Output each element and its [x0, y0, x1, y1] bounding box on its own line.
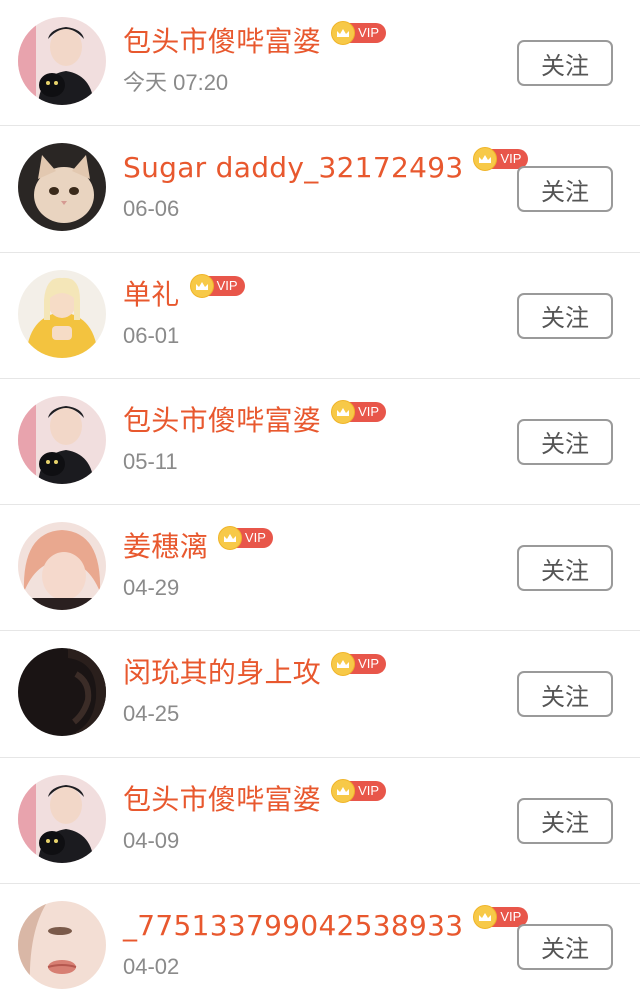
user-name[interactable]: Sugar daddy_32172493	[123, 148, 463, 188]
name-line: 单礼 VIP	[123, 273, 510, 315]
timestamp: 04-25	[123, 701, 180, 727]
follow-button[interactable]: 关注	[517, 923, 613, 970]
name-line: 姜穗漓 VIP	[123, 526, 510, 567]
item-info: 包头市傻哔富婆 VIP 今天 07:20	[123, 21, 510, 98]
name-line: 包头市傻哔富婆 VIP	[123, 778, 510, 820]
user-name[interactable]: 姜穗漓	[123, 527, 208, 567]
list-item[interactable]: 单礼 VIP 06-01 关注	[0, 253, 640, 379]
item-info: 闵玧其的身上攻 VIP 04-25	[123, 652, 510, 729]
avatar[interactable]	[18, 774, 106, 863]
vip-badge: VIP	[331, 21, 387, 45]
timestamp: 今天 07:20	[123, 70, 229, 95]
crown-icon	[331, 399, 356, 424]
list-item[interactable]: _775133799042538933 VIP 04-02 关注	[0, 884, 640, 1002]
timestamp: 04-09	[123, 827, 180, 853]
list-item[interactable]: 包头市傻哔富婆 VIP 今天 07:20 关注	[0, 0, 640, 127]
avatar[interactable]	[18, 522, 106, 610]
list-item[interactable]: 包头市傻哔富婆 VIP 05-11 关注	[0, 379, 640, 505]
list-item[interactable]: 姜穗漓 VIP 04-29 关注	[0, 505, 640, 632]
crown-icon	[331, 778, 356, 803]
follow-button[interactable]: 关注	[517, 292, 613, 339]
follow-button[interactable]: 关注	[517, 40, 613, 86]
user-name[interactable]: 包头市傻哔富婆	[123, 401, 321, 441]
timestamp: 04-29	[123, 575, 180, 600]
name-line: 闵玧其的身上攻 VIP	[123, 652, 510, 693]
item-info: 包头市傻哔富婆 VIP 04-09	[123, 778, 510, 856]
avatar[interactable]	[18, 17, 106, 105]
timestamp: 04-02	[123, 953, 180, 979]
name-line: 包头市傻哔富婆 VIP	[123, 21, 510, 62]
item-info: 包头市傻哔富婆 VIP 05-11	[123, 399, 510, 477]
vip-badge: VIP	[331, 652, 387, 677]
follow-button[interactable]: 关注	[517, 671, 613, 718]
list-item[interactable]: 闵玧其的身上攻 VIP 04-25 关注	[0, 631, 640, 758]
list-item[interactable]: Sugar daddy_32172493 VIP 06-06 关注	[0, 126, 640, 253]
name-line: Sugar daddy_32172493 VIP	[123, 147, 529, 188]
timestamp: 06-06	[123, 196, 180, 222]
name-line: _775133799042538933 VIP	[123, 904, 529, 946]
boy-with-black-cat-avatar-image	[18, 17, 106, 105]
vip-badge: VIP	[331, 778, 387, 803]
vip-badge: VIP	[217, 526, 273, 550]
list-item[interactable]: 包头市傻哔富婆 VIP 04-09 关注	[0, 758, 640, 884]
item-info: 姜穗漓 VIP 04-29	[123, 526, 510, 603]
boy-with-black-cat-avatar-image	[18, 774, 106, 863]
crown-icon	[189, 273, 214, 298]
avatar[interactable]	[18, 269, 106, 358]
vip-badge: VIP	[189, 273, 245, 298]
follower-list: 包头市傻哔富婆 VIP 今天 07:20 关注 Sugar daddy_3217…	[0, 0, 640, 1002]
vip-badge: VIP	[331, 399, 387, 424]
avatar[interactable]	[18, 395, 106, 484]
cat-avatar-image	[18, 143, 106, 232]
item-info: _775133799042538933 VIP 04-02	[123, 904, 529, 982]
follow-button[interactable]: 关注	[517, 797, 613, 844]
dark-silhouette-avatar-image	[18, 648, 106, 737]
item-info: 单礼 VIP 06-01	[123, 273, 510, 351]
pink-hair-person-avatar-image	[18, 522, 106, 610]
name-line: 包头市傻哔富婆 VIP	[123, 399, 510, 441]
avatar[interactable]	[18, 648, 106, 737]
close-up-face-avatar-image	[18, 900, 106, 989]
follow-button[interactable]: 关注	[517, 418, 613, 465]
crown-icon	[331, 21, 356, 45]
timestamp: 05-11	[123, 448, 178, 474]
follow-button[interactable]: 关注	[517, 545, 613, 591]
avatar[interactable]	[18, 143, 106, 232]
user-name[interactable]: 包头市傻哔富婆	[123, 780, 321, 820]
user-name[interactable]: 单礼	[123, 275, 180, 315]
boy-with-black-cat-avatar-image	[18, 395, 106, 484]
timestamp: 06-01	[123, 322, 180, 348]
item-info: Sugar daddy_32172493 VIP 06-06	[123, 147, 529, 224]
crown-icon	[217, 526, 242, 550]
avatar[interactable]	[18, 900, 106, 989]
crown-icon	[473, 904, 498, 929]
user-name[interactable]: 包头市傻哔富婆	[123, 22, 321, 62]
girl-yellow-hoodie-avatar-image	[18, 269, 106, 358]
user-name[interactable]: _775133799042538933	[123, 906, 463, 946]
user-name[interactable]: 闵玧其的身上攻	[123, 653, 321, 693]
follow-button[interactable]: 关注	[517, 166, 613, 213]
